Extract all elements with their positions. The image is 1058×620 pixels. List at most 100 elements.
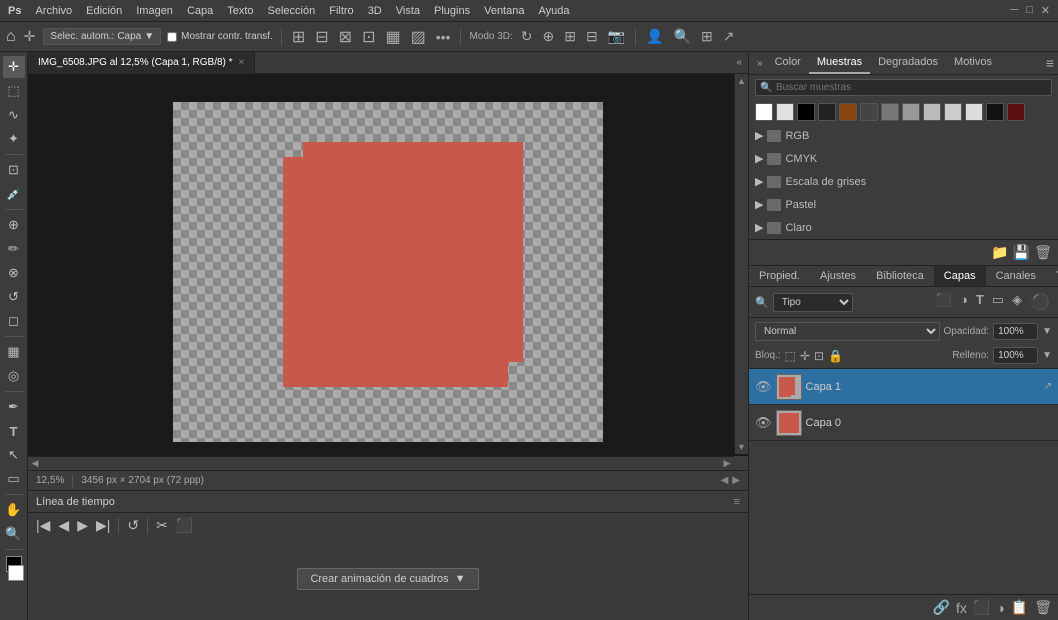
tl-scissors-btn[interactable]: ✂ (156, 517, 168, 534)
layer-tab-capas[interactable]: Capas (934, 266, 986, 286)
swatch-brown[interactable] (839, 103, 857, 121)
swatch-gray4[interactable] (923, 103, 941, 121)
swatch-gray3[interactable] (902, 103, 920, 121)
create-animation-button[interactable]: Crear animación de cuadros ▼ (297, 568, 478, 590)
panel-toggle-icon[interactable]: « (736, 57, 742, 68)
swatch-gray2[interactable] (881, 103, 899, 121)
swatch-gray6[interactable] (965, 103, 983, 121)
bg-color-swatch[interactable] (8, 565, 24, 581)
account-icon[interactable]: 👤 (644, 26, 665, 47)
tl-play-btn[interactable]: ▶ (77, 517, 88, 534)
home-icon[interactable]: ⌂ (6, 28, 16, 46)
canvas-scrollbar-h[interactable]: ◀ ▶ (28, 456, 734, 470)
tab-color[interactable]: Color (767, 52, 809, 74)
selec-autom-dropdown[interactable]: Selec. autom.: Capa ▼ (43, 28, 161, 45)
tool-gradient[interactable]: ▦ (3, 341, 25, 363)
layer-tab-propied[interactable]: Propied. (749, 266, 810, 286)
layer-tab-ajustes[interactable]: Ajustes (810, 266, 866, 286)
scroll-left-btn[interactable]: ◀ (28, 457, 42, 471)
swatch-group-grises-header[interactable]: ▶ Escala de grises (755, 172, 1052, 191)
align-left-icon[interactable]: ⊞ (290, 25, 307, 49)
layer-tab-trazados[interactable]: Trazados (1046, 266, 1058, 286)
lock-artboard-icon[interactable]: ⊡ (814, 349, 824, 363)
tab-muestras[interactable]: Muestras (809, 52, 870, 74)
swatch-white[interactable] (755, 103, 773, 121)
opacity-input[interactable] (993, 323, 1038, 340)
3d-zoom-icon[interactable]: ⊞ (562, 26, 578, 47)
layer-pixel-filter-icon[interactable]: ⬛ (934, 291, 954, 313)
add-effect-icon[interactable]: fx (956, 600, 967, 616)
layer-item-capa0[interactable]: 👁 Capa 0 (749, 405, 1058, 441)
tool-move[interactable]: ✛ (3, 56, 25, 78)
canvas-scrollbar-v[interactable]: ▲ ▼ (734, 74, 748, 454)
opacity-dropdown-icon[interactable]: ▼ (1042, 326, 1052, 337)
tool-text[interactable]: T (3, 420, 25, 442)
tool-eraser[interactable]: ◻ (3, 310, 25, 332)
align-right-icon[interactable]: ⊠ (337, 25, 354, 49)
swatch-darkred[interactable] (1007, 103, 1025, 121)
layer-adjust-filter-icon[interactable]: ◑ (958, 291, 970, 313)
move-tool-icon[interactable]: ✛ (22, 26, 38, 47)
3d-light-icon[interactable]: 📷 (606, 26, 627, 47)
scroll-right-btn[interactable]: ▶ (720, 457, 734, 471)
panel-expand-icon[interactable]: » (753, 56, 767, 71)
swatch-lightgray[interactable] (776, 103, 794, 121)
menu-vista[interactable]: Vista (396, 5, 420, 17)
scroll-track-h[interactable] (42, 457, 720, 471)
layer0-visibility-icon[interactable]: 👁 (755, 415, 772, 431)
tab-motivos[interactable]: Motivos (946, 52, 1000, 74)
tool-pen[interactable]: ✒ (3, 396, 25, 418)
lock-position-icon[interactable]: ✛ (800, 349, 810, 363)
tool-brush[interactable]: ✏ (3, 238, 25, 260)
create-anim-dropdown-icon[interactable]: ▼ (455, 573, 466, 585)
new-folder-icon[interactable]: 📁 (991, 244, 1008, 261)
canvas-wrapper[interactable]: ▲ ▼ ◀ ▶ (28, 74, 748, 470)
swatches-search-input[interactable] (755, 79, 1052, 96)
save-swatch-icon[interactable]: 💾 (1013, 244, 1030, 261)
menu-seleccion[interactable]: Selección (268, 5, 316, 17)
menu-imagen[interactable]: Imagen (136, 5, 173, 17)
menu-archivo[interactable]: Archivo (35, 5, 72, 17)
layer-tab-canales[interactable]: Canales (986, 266, 1046, 286)
tl-next-frame-btn[interactable]: ▶| (96, 517, 110, 534)
add-mask-icon[interactable]: ⬛ (973, 599, 990, 616)
scroll-track-v[interactable] (735, 88, 749, 440)
3d-pan-icon[interactable]: ⊕ (541, 26, 557, 47)
tool-history-brush[interactable]: ↺ (3, 286, 25, 308)
swatch-group-claro-header[interactable]: ▶ Claro (755, 218, 1052, 237)
swatch-group-pastel-header[interactable]: ▶ Pastel (755, 195, 1052, 214)
tool-zoom[interactable]: 🔍 (3, 523, 25, 545)
tl-start-btn[interactable]: |◀ (36, 517, 50, 534)
timeline-menu-icon[interactable]: ≡ (734, 496, 740, 508)
swatch-black2[interactable] (986, 103, 1004, 121)
layer-tab-biblioteca[interactable]: Biblioteca (866, 266, 934, 286)
tool-select-rect[interactable]: ⬚ (3, 80, 25, 102)
layer-filter-toggle-icon[interactable]: ⚫ (1028, 291, 1052, 313)
tool-path-select[interactable]: ↖ (3, 444, 25, 466)
mostrar-checkbox-input[interactable] (167, 32, 177, 42)
layer-item-capa1[interactable]: 👁 Capa 1 ↗ (749, 369, 1058, 405)
delete-swatch-icon[interactable]: 🗑 (1034, 244, 1052, 261)
nav-back-btn[interactable]: ◀ (721, 475, 729, 486)
3d-camera-icon[interactable]: ⊟ (584, 26, 600, 47)
menu-plugins[interactable]: Plugins (434, 5, 470, 17)
lock-all-icon[interactable]: 🔒 (828, 349, 843, 363)
window-minimize-btn[interactable]: ─ (1010, 4, 1018, 17)
window-maximize-btn[interactable]: □ (1026, 4, 1033, 17)
share-icon[interactable]: ↗ (721, 26, 737, 47)
tool-hand[interactable]: ✋ (3, 499, 25, 521)
panel-tab-menu-icon[interactable]: ≡ (1046, 55, 1054, 71)
menu-edicion[interactable]: Edición (86, 5, 122, 17)
swatch-black[interactable] (797, 103, 815, 121)
nav-forward-btn[interactable]: ▶ (732, 475, 740, 486)
distribute2-icon[interactable]: ▨ (409, 25, 428, 49)
tool-eyedropper[interactable]: 💉 (3, 183, 25, 205)
align-top-icon[interactable]: ⊡ (360, 25, 377, 49)
swatch-group-cmyk-header[interactable]: ▶ CMYK (755, 149, 1052, 168)
swatch-group-rgb-header[interactable]: ▶ RGB (755, 126, 1052, 145)
tl-convert-btn[interactable]: ⬛ (176, 517, 193, 534)
tool-lasso[interactable]: ∿ (3, 104, 25, 126)
link-layers-icon[interactable]: 🔗 (933, 599, 950, 616)
layer-shape-filter-icon[interactable]: ▭ (990, 291, 1006, 313)
scroll-down-btn[interactable]: ▼ (735, 440, 749, 454)
